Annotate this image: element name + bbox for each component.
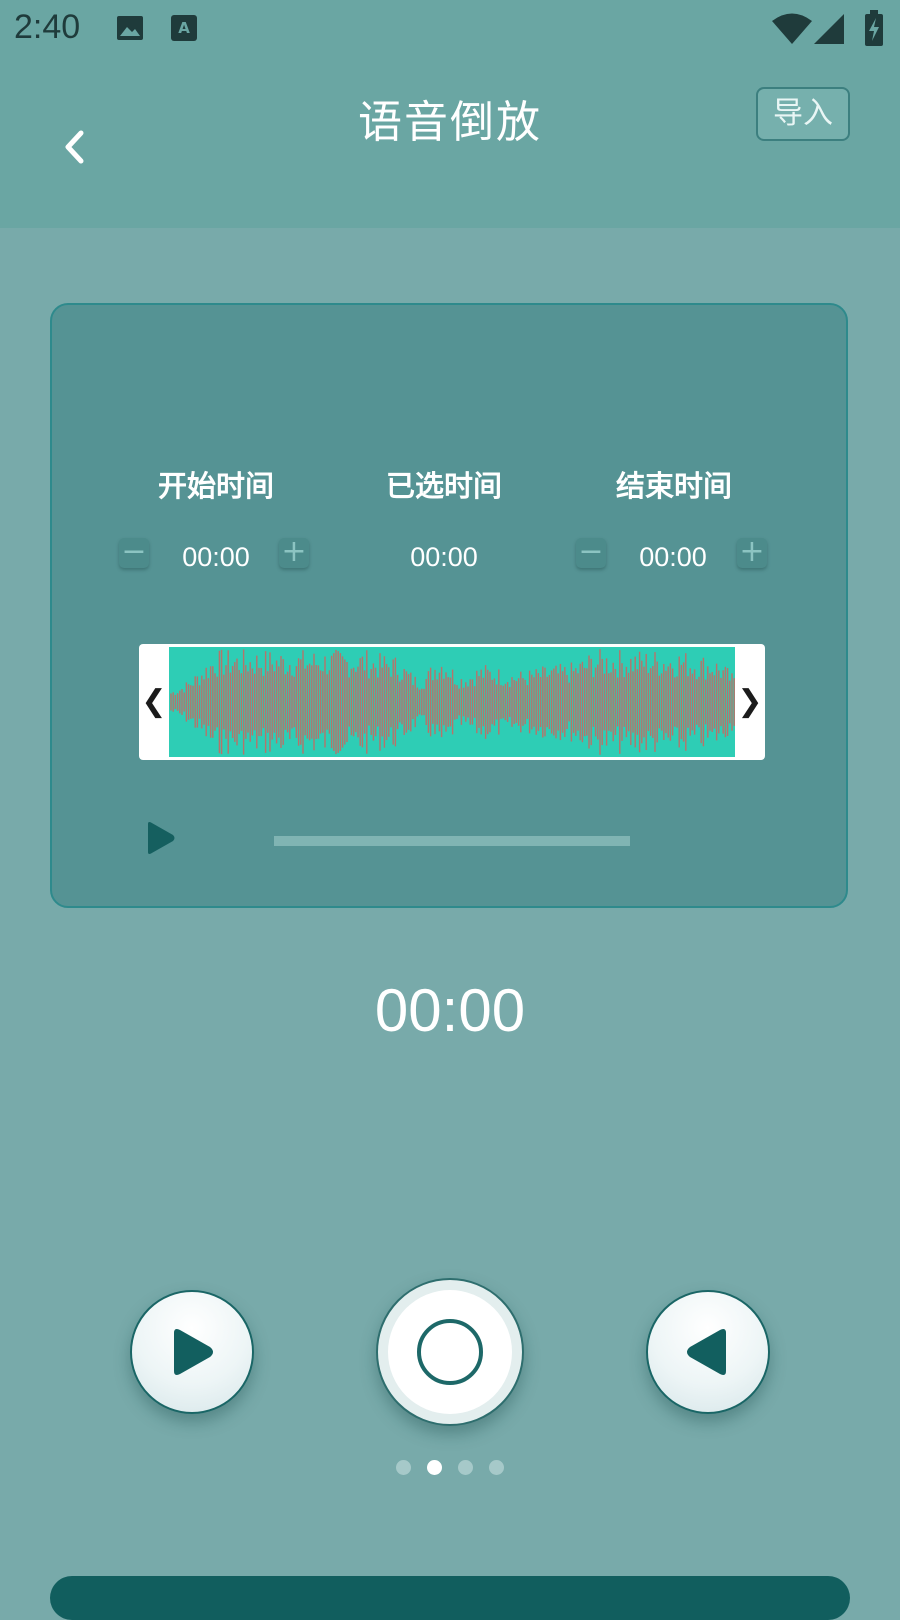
- app-header: 语音倒放 导入: [0, 62, 900, 228]
- play-icon: [174, 1329, 213, 1375]
- wifi-icon: [772, 13, 812, 44]
- right-trim-handle[interactable]: ❯: [735, 644, 765, 760]
- mini-play-icon[interactable]: [144, 821, 176, 855]
- audio-editor-card: 开始时间 已选时间 结束时间 − 00:00 + 00:00 − 00:00 +…: [50, 303, 848, 908]
- play-button[interactable]: [130, 1290, 254, 1414]
- start-decrease-button[interactable]: −: [119, 537, 149, 568]
- start-increase-button[interactable]: +: [279, 537, 309, 568]
- signal-icon: [814, 14, 844, 44]
- text-a-icon: A: [171, 15, 197, 41]
- reverse-play-icon: [687, 1329, 726, 1375]
- waveform-selector[interactable]: ❮ ❯: [139, 644, 765, 760]
- page-indicator-dot[interactable]: [489, 1460, 504, 1475]
- waveform-graphic: [170, 649, 735, 755]
- end-increase-button[interactable]: +: [737, 537, 767, 568]
- record-icon: [417, 1319, 483, 1385]
- page-indicator-dot[interactable]: [396, 1460, 411, 1475]
- page-indicator-dot-active[interactable]: [427, 1460, 442, 1475]
- playback-progress-bar[interactable]: [274, 836, 630, 846]
- start-time-value: 00:00: [182, 542, 250, 572]
- battery-icon: [865, 10, 883, 46]
- end-decrease-button[interactable]: −: [576, 537, 606, 568]
- left-trim-handle[interactable]: ❮: [139, 644, 169, 760]
- start-time-label: 开始时间: [157, 469, 274, 503]
- selected-time-label: 已选时间: [385, 469, 502, 503]
- reverse-play-button[interactable]: [646, 1290, 770, 1414]
- bottom-bar: [50, 1576, 850, 1620]
- record-button-face: [388, 1290, 512, 1414]
- end-time-value: 00:00: [639, 542, 707, 572]
- svg-text:A: A: [178, 19, 190, 37]
- waveform[interactable]: [169, 647, 735, 757]
- selected-time-value: 00:00: [410, 542, 478, 572]
- recording-timer: 00:00: [374, 977, 526, 1044]
- import-button[interactable]: 导入: [756, 87, 850, 141]
- end-time-label: 结束时间: [615, 469, 732, 503]
- status-time: 2:40: [14, 8, 81, 46]
- record-button[interactable]: [376, 1278, 524, 1426]
- page-indicator-dot[interactable]: [458, 1460, 473, 1475]
- image-icon: [117, 16, 143, 40]
- status-bar: 2:40 A: [0, 0, 900, 62]
